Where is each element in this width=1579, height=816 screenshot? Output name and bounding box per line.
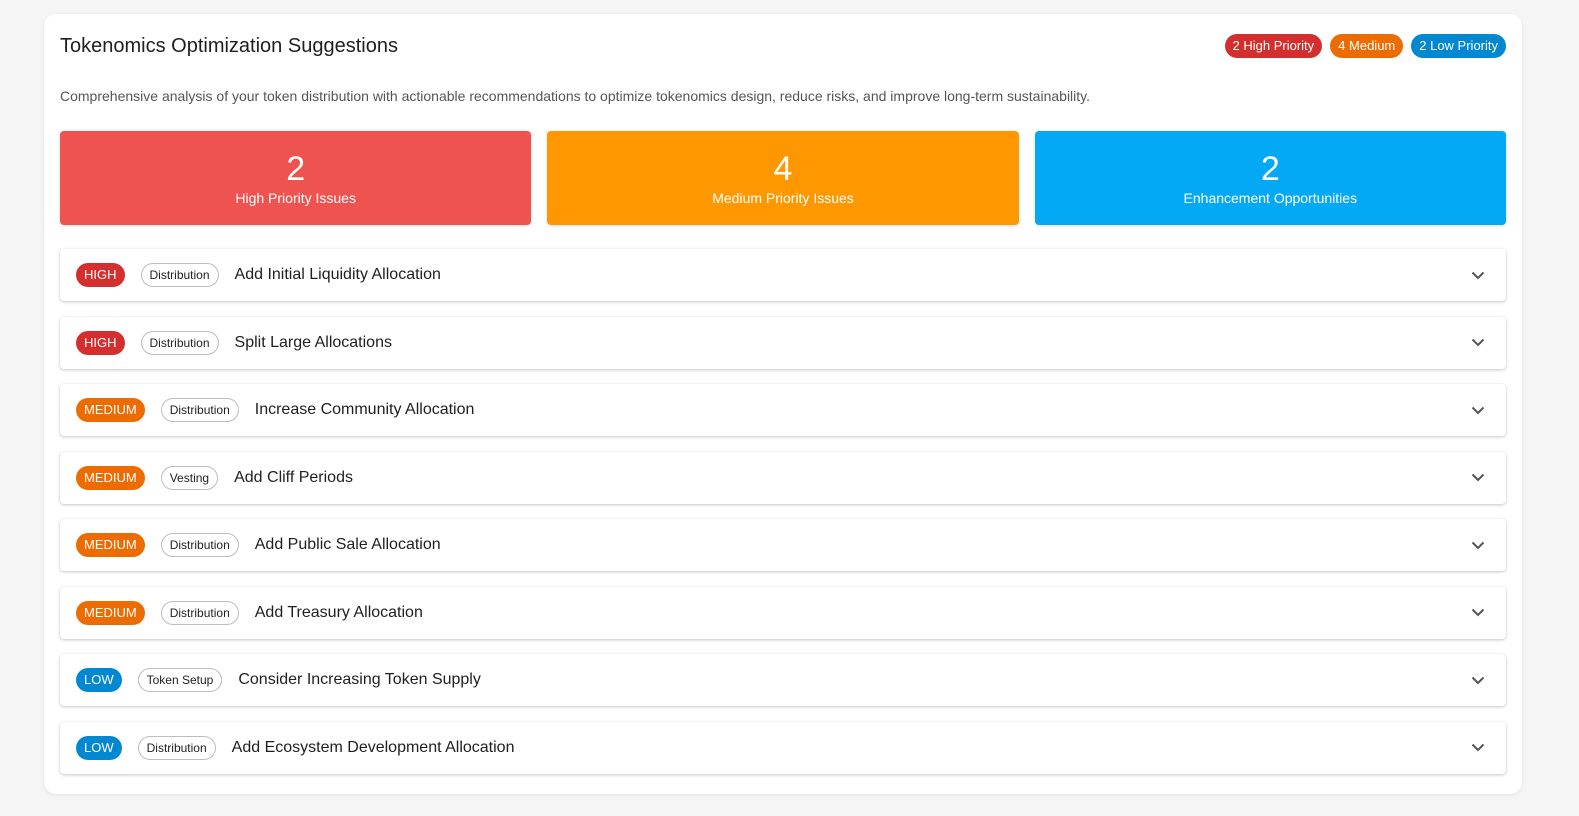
category-chip: Distribution — [137, 735, 216, 760]
chevron-down-icon[interactable] — [1466, 263, 1490, 287]
category-chip: Vesting — [160, 465, 219, 490]
suggestion-row-community[interactable]: MEDIUM Distribution Increase Community A… — [60, 384, 1506, 436]
severity-badge: LOW — [76, 735, 122, 760]
priority-summary-chips: 2 High Priority 4 Medium 2 Low Priority — [1224, 34, 1506, 58]
high-priority-chip: 2 High Priority — [1224, 34, 1323, 58]
low-priority-chip: 2 Low Priority — [1411, 34, 1506, 58]
category-chip: Distribution — [140, 263, 219, 287]
suggestion-row-split-large[interactable]: HIGH Distribution Split Large Allocation… — [60, 316, 1506, 369]
stats-row: 2 High Priority Issues 4 Medium Priority… — [60, 131, 1506, 225]
suggestion-list: HIGH Distribution Add Initial Liquidity … — [60, 249, 1506, 774]
stat-value: 4 — [773, 150, 793, 188]
suggestion-title: Consider Increasing Token Supply — [238, 671, 481, 688]
suggestion-title: Add Treasury Allocation — [254, 603, 423, 621]
stat-high-priority: 2 High Priority Issues — [60, 131, 532, 225]
chevron-down-icon[interactable] — [1466, 466, 1490, 490]
stat-enhancements: 2 Enhancement Opportunities — [1034, 131, 1506, 225]
chevron-down-icon[interactable] — [1466, 331, 1490, 355]
suggestion-title: Split Large Allocations — [234, 333, 392, 351]
page-title: Tokenomics Optimization Suggestions — [60, 34, 398, 57]
medium-priority-chip: 4 Medium — [1330, 34, 1404, 58]
chevron-down-icon[interactable] — [1466, 533, 1490, 557]
description-text: Comprehensive analysis of your token dis… — [60, 88, 1091, 104]
chevron-down-icon[interactable] — [1466, 668, 1490, 692]
severity-badge: HIGH — [76, 330, 125, 355]
suggestions-card: Tokenomics Optimization Suggestions 2 Hi… — [44, 14, 1522, 794]
suggestion-row-public-sale[interactable]: MEDIUM Distribution Add Public Sale Allo… — [60, 519, 1506, 571]
suggestion-row-treasury[interactable]: MEDIUM Distribution Add Treasury Allocat… — [60, 586, 1506, 639]
card-header: Tokenomics Optimization Suggestions 2 Hi… — [60, 14, 1506, 78]
chevron-down-icon[interactable] — [1466, 398, 1490, 422]
severity-badge: MEDIUM — [76, 465, 145, 490]
stat-label: High Priority Issues — [235, 190, 356, 206]
stat-label: Medium Priority Issues — [712, 190, 854, 206]
suggestion-title: Add Cliff Periods — [234, 468, 353, 486]
severity-badge: HIGH — [76, 263, 125, 287]
category-chip: Distribution — [160, 533, 239, 557]
category-chip: Token Setup — [137, 668, 223, 692]
suggestion-title: Add Initial Liquidity Allocation — [234, 266, 441, 283]
stat-value: 2 — [1260, 150, 1280, 188]
category-chip: Distribution — [160, 600, 239, 625]
stat-label: Enhancement Opportunities — [1183, 190, 1358, 206]
suggestion-title: Add Public Sale Allocation — [254, 536, 441, 553]
severity-badge: LOW — [76, 668, 122, 692]
stat-medium-priority: 4 Medium Priority Issues — [547, 131, 1019, 225]
chevron-down-icon[interactable] — [1466, 736, 1490, 760]
stat-value: 2 — [286, 150, 306, 188]
chevron-down-icon[interactable] — [1466, 601, 1490, 625]
suggestion-title: Add Ecosystem Development Allocation — [231, 738, 515, 756]
suggestion-title: Increase Community Allocation — [254, 401, 475, 418]
severity-badge: MEDIUM — [76, 600, 145, 625]
category-chip: Distribution — [140, 330, 219, 355]
suggestion-row-token-supply[interactable]: LOW Token Setup Consider Increasing Toke… — [60, 654, 1506, 706]
severity-badge: MEDIUM — [76, 398, 145, 422]
category-chip: Distribution — [160, 398, 239, 422]
suggestion-row-cliff[interactable]: MEDIUM Vesting Add Cliff Periods — [60, 451, 1506, 504]
suggestion-row-ecosystem[interactable]: LOW Distribution Add Ecosystem Developme… — [60, 721, 1506, 774]
suggestion-row-liquidity[interactable]: HIGH Distribution Add Initial Liquidity … — [60, 249, 1506, 301]
severity-badge: MEDIUM — [76, 533, 145, 557]
